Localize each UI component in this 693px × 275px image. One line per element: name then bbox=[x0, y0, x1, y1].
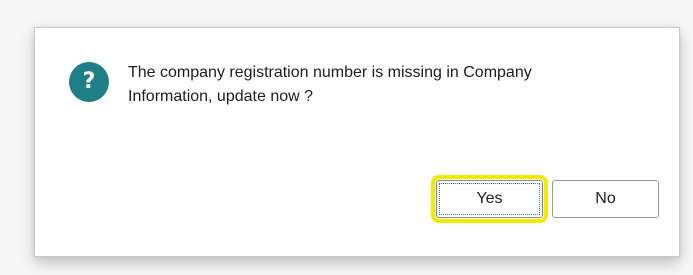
no-button[interactable]: No bbox=[552, 180, 659, 218]
screen-background: ? The company registration number is mis… bbox=[0, 0, 693, 275]
message-line-2: Information, update now ? bbox=[128, 88, 314, 105]
focus-ring bbox=[439, 183, 540, 215]
question-icon: ? bbox=[69, 62, 109, 102]
dialog-message: The company registration number is missi… bbox=[128, 61, 628, 109]
message-line-1: The company registration number is missi… bbox=[128, 64, 532, 81]
confirm-dialog: ? The company registration number is mis… bbox=[34, 27, 680, 257]
yes-button[interactable]: Yes bbox=[431, 175, 548, 223]
no-button-label: No bbox=[595, 190, 616, 207]
